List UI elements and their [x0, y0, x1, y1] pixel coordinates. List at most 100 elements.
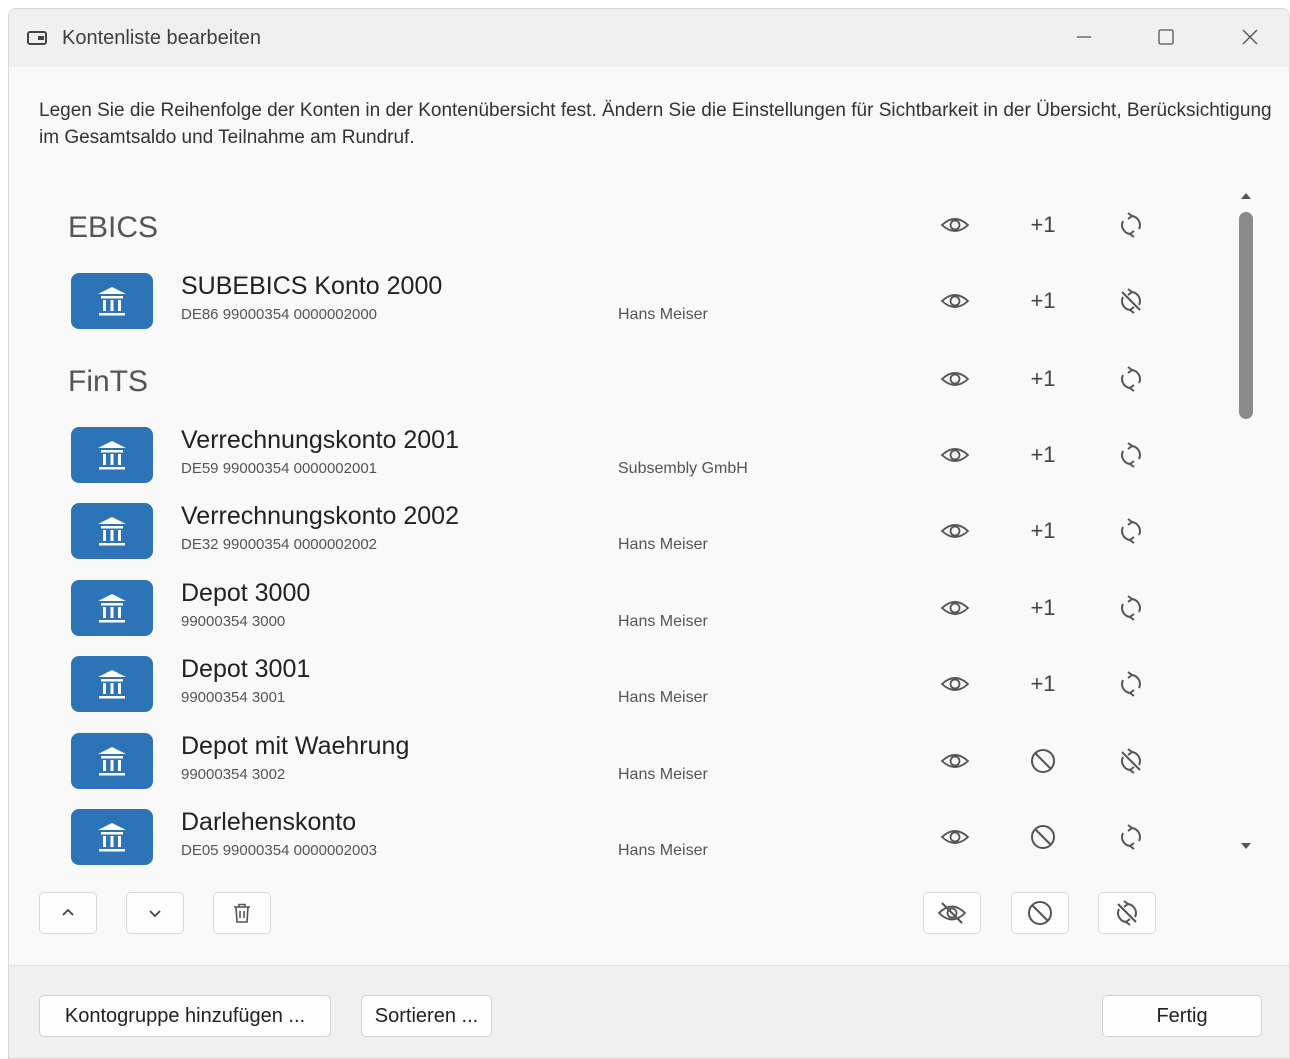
account-sync-toggle[interactable]	[1111, 817, 1151, 857]
sort-button[interactable]: Sortieren ...	[361, 995, 492, 1037]
account-row[interactable]: Depot mit Waehrung 99000354 3002 Hans Meis…	[9, 727, 1239, 797]
account-iban: DE86 99000354 0000002000	[181, 306, 378, 323]
account-balance-toggle[interactable]: +1	[1023, 511, 1063, 551]
scroll-thumb[interactable]	[1239, 212, 1253, 419]
minimize-button[interactable]	[1056, 19, 1112, 55]
chevron-down-icon	[149, 910, 161, 918]
account-name: Darlehenskonto	[181, 808, 357, 836]
account-visibility-toggle[interactable]	[935, 741, 975, 781]
account-row[interactable]: SUBEBICS Konto 2000 DE86 99000354 0000002…	[9, 267, 1239, 337]
group-visibility-toggle[interactable]	[935, 205, 975, 245]
account-balance-toggle[interactable]	[1023, 741, 1063, 781]
dialog-window: Kontenliste bearbeiten Legen Sie die Rei…	[8, 8, 1290, 1059]
account-iban: DE05 99000354 0000002003	[181, 842, 378, 859]
account-bank-tile	[71, 809, 153, 865]
account-row[interactable]: Depot 3001 99000354 3001 Hans Meiser +1	[9, 650, 1239, 720]
account-sync-toggle[interactable]	[1111, 435, 1151, 475]
group-visibility-toggle[interactable]	[935, 359, 975, 399]
scroll-down-icon[interactable]	[1240, 841, 1252, 851]
group-row[interactable]: EBICS +1	[9, 197, 1239, 257]
account-owner: Hans Meiser	[618, 842, 708, 859]
group-balance-label: +1	[1030, 366, 1056, 391]
eye-icon	[940, 372, 970, 386]
account-bank-tile	[71, 656, 153, 712]
eye-icon	[940, 448, 970, 462]
scrollbar[interactable]	[1231, 189, 1261, 869]
group-sync-toggle[interactable]	[1111, 359, 1151, 399]
account-sync-toggle[interactable]	[1111, 511, 1151, 551]
group-balance-toggle[interactable]: +1	[1023, 359, 1063, 399]
trash-icon	[234, 903, 250, 923]
eye-icon	[940, 218, 970, 232]
sync-icon	[1121, 595, 1141, 621]
account-owner: Hans Meiser	[618, 613, 708, 630]
account-owner: Hans Meiser	[618, 766, 708, 783]
account-balance-label: +1	[1030, 288, 1056, 313]
account-bank-tile	[71, 427, 153, 483]
sync-icon	[1121, 824, 1141, 850]
account-visibility-toggle[interactable]	[935, 435, 975, 475]
account-row[interactable]: Verrechnungskonto 2001 DE59 99000354 0000…	[9, 421, 1239, 491]
eye-icon	[940, 677, 970, 691]
maximize-icon	[1158, 29, 1174, 45]
account-owner: Hans Meiser	[618, 306, 708, 323]
account-owner: Subsembly GmbH	[618, 460, 748, 477]
sync-off-icon	[1117, 900, 1137, 926]
bank-icon	[98, 823, 126, 852]
sync-off-icon	[1121, 288, 1141, 314]
hide-button[interactable]	[923, 892, 981, 934]
account-balance-label: +1	[1030, 595, 1056, 620]
title-bar: Kontenliste bearbeiten	[9, 9, 1289, 67]
group-row[interactable]: FinTS +1	[9, 351, 1239, 411]
bank-icon	[98, 670, 126, 699]
move-up-button[interactable]	[39, 892, 97, 934]
eye-icon	[940, 830, 970, 844]
window-title: Kontenliste bearbeiten	[62, 27, 262, 49]
sync-icon	[1121, 671, 1141, 697]
account-owner: Hans Meiser	[618, 536, 708, 553]
account-balance-toggle[interactable]: +1	[1023, 664, 1063, 704]
sync-icon	[1121, 212, 1141, 238]
account-balance-toggle[interactable]: +1	[1023, 435, 1063, 475]
footer: Kontogruppe hinzufügen ... Sortieren ...…	[9, 965, 1289, 1058]
account-iban: 99000354 3001	[181, 689, 286, 706]
account-owner: Hans Meiser	[618, 689, 708, 706]
close-button[interactable]	[1222, 19, 1278, 55]
account-visibility-toggle[interactable]	[935, 817, 975, 857]
account-name: SUBEBICS Konto 2000	[181, 272, 443, 300]
scroll-up-icon[interactable]	[1240, 191, 1252, 201]
delete-button[interactable]	[213, 892, 271, 934]
done-button[interactable]: Fertig	[1102, 995, 1262, 1037]
account-sync-toggle[interactable]	[1111, 588, 1151, 628]
account-row[interactable]: Depot 3000 99000354 3000 Hans Meiser +1	[9, 574, 1239, 644]
account-iban: 99000354 3002	[181, 766, 286, 783]
group-sync-toggle[interactable]	[1111, 205, 1151, 245]
account-balance-toggle[interactable]: +1	[1023, 588, 1063, 628]
account-sync-toggle[interactable]	[1111, 741, 1151, 781]
account-visibility-toggle[interactable]	[935, 664, 975, 704]
account-sync-toggle[interactable]	[1111, 281, 1151, 321]
account-visibility-toggle[interactable]	[935, 281, 975, 321]
move-down-button[interactable]	[126, 892, 184, 934]
account-iban: DE32 99000354 0000002002	[181, 536, 378, 553]
group-name: FinTS	[68, 365, 149, 398]
account-bank-tile	[71, 273, 153, 329]
block-icon	[1031, 749, 1055, 773]
exclude-balance-button[interactable]	[1011, 892, 1069, 934]
account-row[interactable]: Darlehenskonto DE05 99000354 0000002003 Ha…	[9, 803, 1239, 873]
account-balance-toggle[interactable]: +1	[1023, 281, 1063, 321]
maximize-button[interactable]	[1138, 19, 1194, 55]
account-sync-toggle[interactable]	[1111, 664, 1151, 704]
add-group-button[interactable]: Kontogruppe hinzufügen ...	[39, 995, 331, 1037]
account-balance-toggle[interactable]	[1023, 817, 1063, 857]
group-balance-toggle[interactable]: +1	[1023, 205, 1063, 245]
account-visibility-toggle[interactable]	[935, 511, 975, 551]
disable-sync-button[interactable]	[1098, 892, 1156, 934]
sync-icon	[1121, 442, 1141, 468]
account-balance-label: +1	[1030, 518, 1056, 543]
instructions-text: Legen Sie die Reihenfolge der Konten in …	[39, 100, 1272, 148]
account-row[interactable]: Verrechnungskonto 2002 DE32 99000354 0000…	[9, 497, 1239, 567]
sync-icon	[1121, 366, 1141, 392]
account-visibility-toggle[interactable]	[935, 588, 975, 628]
group-balance-label: +1	[1030, 212, 1056, 237]
